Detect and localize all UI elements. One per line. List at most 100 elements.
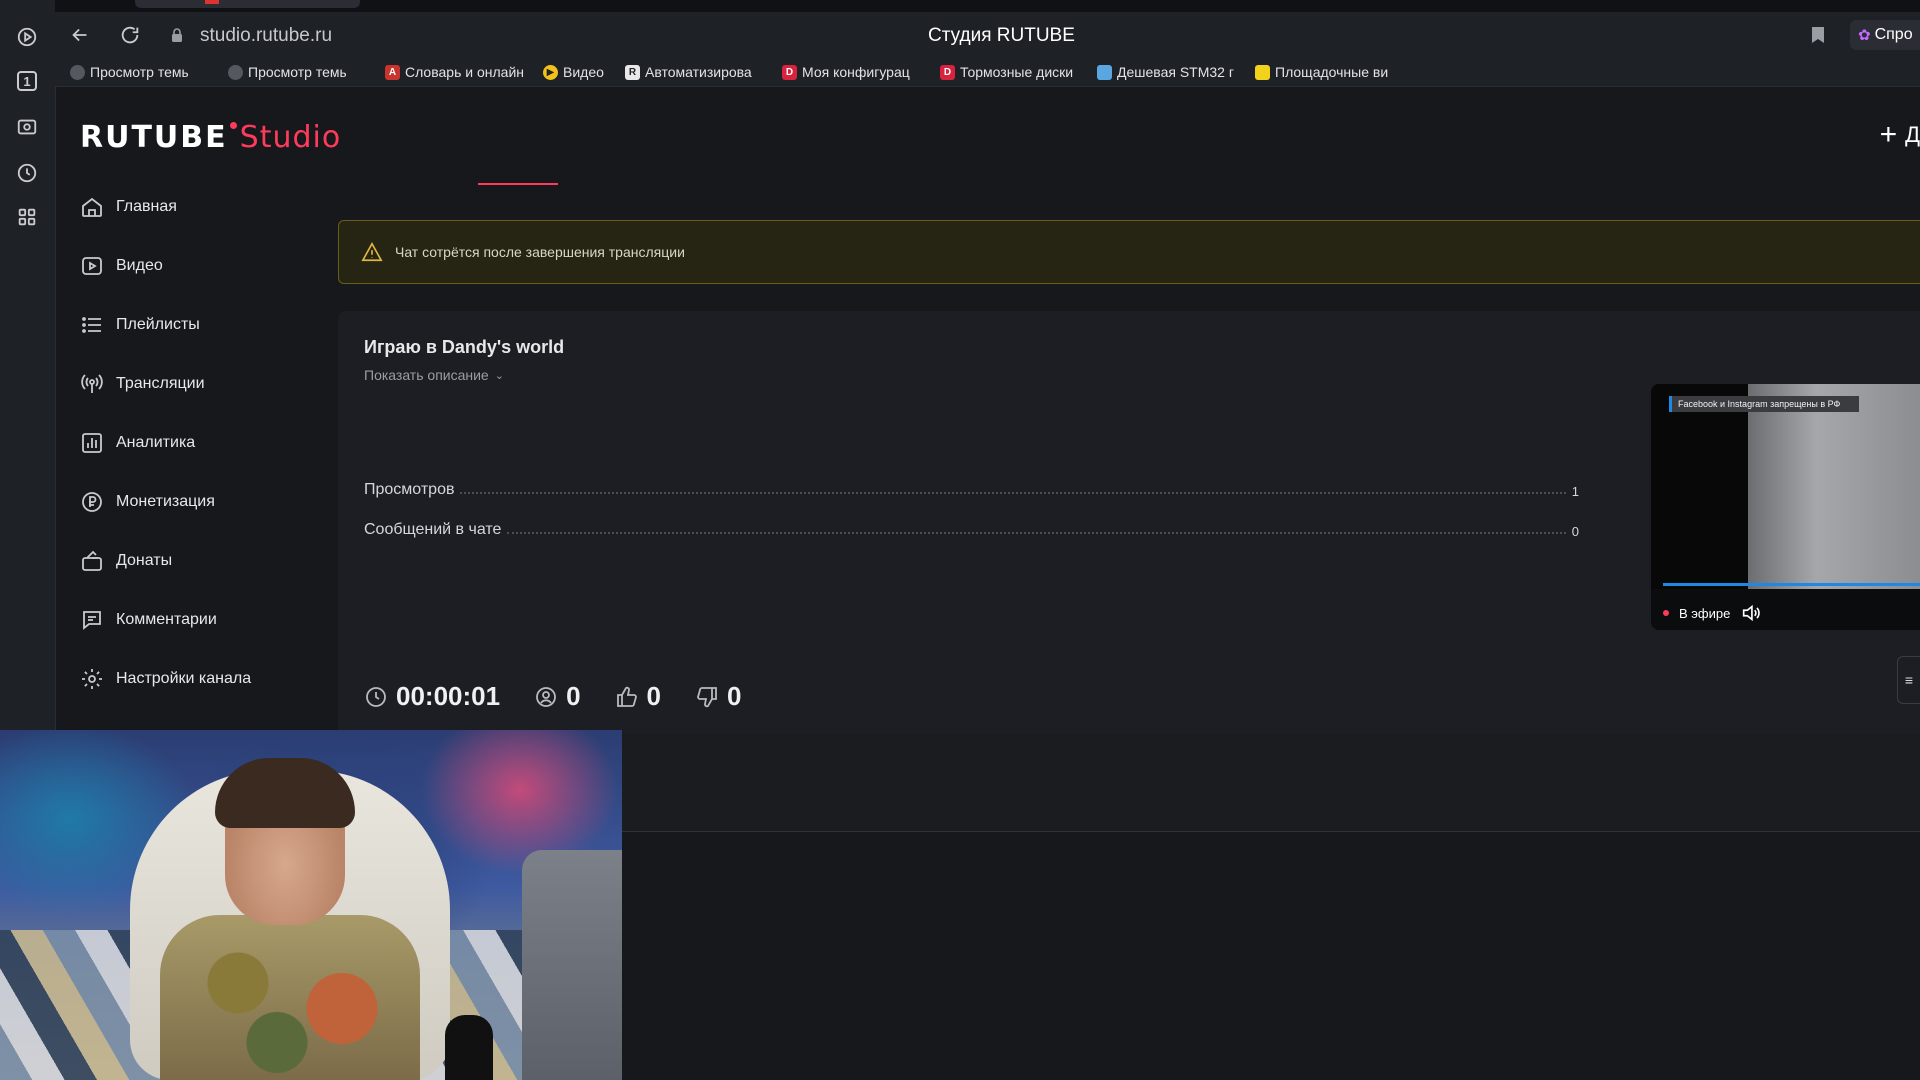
logo-dot — [229, 122, 237, 129]
home-icon — [82, 197, 102, 217]
sidebar-item-monetization[interactable]: Монетизация — [80, 487, 215, 517]
sidebar-item-label: Видео — [116, 257, 163, 274]
bookmark-favicon-icon: D — [782, 64, 797, 80]
likes-value: 0 — [646, 681, 662, 711]
history-icon[interactable] — [14, 160, 40, 186]
sidebar-item-playlists[interactable]: Плейлисты — [80, 310, 200, 340]
stat-value: 0 — [1571, 524, 1579, 539]
sidebar-item-analytics[interactable]: Аналитика — [80, 428, 195, 458]
bookmark-label: Тормозные диски — [960, 64, 1074, 80]
bookmark-item[interactable]: Просмотр темы - — [228, 63, 346, 81]
live-stats-bar: 00:00:01 0 0 0 — [364, 681, 741, 712]
comments-icon — [83, 611, 101, 630]
reload-button[interactable] — [117, 22, 143, 48]
ai-sparkle-icon: ✿ — [1858, 27, 1871, 44]
sidebar-item-label: Трансляции — [116, 375, 205, 392]
workspace-one-icon[interactable]: 1 — [14, 68, 40, 94]
url-field[interactable]: studio.rutube.ru — [200, 25, 332, 47]
thumbs-down-icon — [697, 686, 717, 707]
webcam-person-shirt — [160, 915, 420, 1080]
sidebar-item-label: Донаты — [116, 552, 173, 569]
stat-label: Сообщений в чате — [364, 521, 502, 538]
screenshot-icon[interactable] — [14, 114, 40, 140]
webcam-person-hair — [215, 758, 355, 828]
bookmark-item[interactable]: R Автоматизирова — [625, 63, 763, 81]
bookmark-label: Просмотр темы - — [248, 64, 346, 80]
sidebar-item-video[interactable]: Видео — [80, 251, 163, 281]
bookmark-label: Дешевая STM32 г — [1117, 64, 1234, 80]
bookmark-item[interactable]: Площадочные ви — [1255, 63, 1400, 81]
webcam-sofa — [522, 850, 622, 1080]
likes-stat: 0 — [615, 681, 661, 712]
duration-stat: 00:00:01 — [364, 681, 500, 712]
video-icon — [82, 257, 102, 275]
apps-grid-icon[interactable] — [14, 204, 40, 230]
ask-ai-button[interactable]: ✿ Спро — [1850, 20, 1920, 50]
analytics-icon — [82, 433, 102, 453]
bookmark-favicon-icon — [1255, 64, 1270, 80]
stat-chat-messages-row: Сообщений в чате 0 — [364, 517, 1579, 539]
sidebar-item-comments[interactable]: Комментарии — [80, 605, 217, 635]
webcam-overlay-image — [0, 730, 622, 1080]
chat-warning-banner: Чат сотрётся после завершения трансляции — [338, 220, 1920, 284]
live-dot-icon — [1663, 610, 1669, 616]
show-description-label: Показать описание — [364, 367, 489, 383]
add-content-button[interactable]: + Д — [1880, 120, 1920, 150]
bookmark-item[interactable]: A Словарь и онлайн — [385, 63, 527, 81]
bookmark-label: Просмотр темы - — [90, 64, 188, 80]
stat-value: 1 — [1571, 484, 1579, 499]
broadcast-icon — [81, 374, 103, 393]
bookmark-label: Площадочные ви — [1275, 64, 1389, 80]
volume-icon[interactable] — [1740, 602, 1762, 624]
playlist-icon — [82, 317, 101, 333]
bookmark-label: Видео — [563, 64, 604, 80]
sidebar-item-home[interactable]: Главная — [80, 192, 177, 222]
browser-tab[interactable] — [135, 0, 360, 8]
active-tab-indicator — [478, 183, 558, 185]
sidebar-item-donations[interactable]: Донаты — [80, 546, 172, 576]
stat-label: Просмотров — [364, 481, 455, 498]
stat-leader-dots — [460, 492, 1566, 494]
dislikes-value: 0 — [727, 681, 742, 711]
tab-favicon — [205, 0, 219, 4]
bookmark-label: Словарь и онлайн — [405, 64, 524, 80]
player-progress-bar[interactable] — [1663, 583, 1920, 586]
bookmark-label: Моя конфигурац — [802, 64, 910, 80]
dislikes-stat: 0 — [695, 681, 741, 712]
thumbs-up-icon — [616, 686, 637, 707]
plus-icon: + — [1879, 118, 1898, 151]
play-circle-icon[interactable] — [14, 24, 40, 50]
bookmark-item[interactable]: D Моя конфигурац — [782, 63, 922, 81]
bookmark-item[interactable]: D Тормозные диски — [940, 63, 1085, 81]
show-description-toggle[interactable]: Показать описание ⌄ — [364, 367, 504, 383]
sidebar-item-label: Аналитика — [116, 434, 196, 451]
donate-icon — [82, 550, 102, 571]
rutube-studio-logo[interactable]: RUTUBE Studio — [80, 120, 341, 155]
bookmark-favicon-icon: ▶ — [543, 64, 558, 80]
bookmark-icon[interactable] — [1811, 26, 1825, 44]
bookmark-favicon-icon: D — [940, 64, 955, 80]
sidebar-item-label: Комментарии — [116, 611, 217, 628]
webcam-microphone — [445, 1015, 493, 1080]
section-tabs — [338, 183, 1920, 185]
stat-leader-dots — [507, 532, 1566, 534]
bookmark-favicon-icon: R — [625, 64, 640, 80]
bookmark-item[interactable]: Дешевая STM32 г — [1097, 63, 1242, 81]
back-button[interactable] — [67, 22, 93, 48]
chat-panel-toggle-icon[interactable]: ≡ — [1897, 656, 1920, 704]
bookmark-item[interactable]: Просмотр темы - — [70, 63, 188, 81]
sidebar-item-channel-settings[interactable]: Настройки канала — [80, 664, 251, 694]
player-ticker-text: Facebook и Instagram запрещены в РФ — [1669, 396, 1859, 412]
player-video-frame — [1748, 384, 1920, 589]
lock-icon[interactable] — [170, 27, 184, 43]
bookmarks-bar: Просмотр темы - Просмотр темы - A Словарь… — [55, 58, 1920, 87]
ruble-icon — [82, 492, 102, 512]
sidebar-item-broadcasts[interactable]: Трансляции — [80, 369, 205, 399]
sidebar-item-label: Монетизация — [116, 493, 215, 510]
bookmark-favicon-icon — [1097, 64, 1112, 80]
stat-views-row: Просмотров 1 — [364, 477, 1579, 499]
stream-title: Играю в Dandy's world — [364, 337, 565, 357]
stream-preview-player[interactable]: Facebook и Instagram запрещены в РФ В эф… — [1651, 384, 1920, 630]
bookmark-favicon-icon — [228, 64, 243, 80]
bookmark-item[interactable]: ▶ Видео — [543, 63, 615, 81]
